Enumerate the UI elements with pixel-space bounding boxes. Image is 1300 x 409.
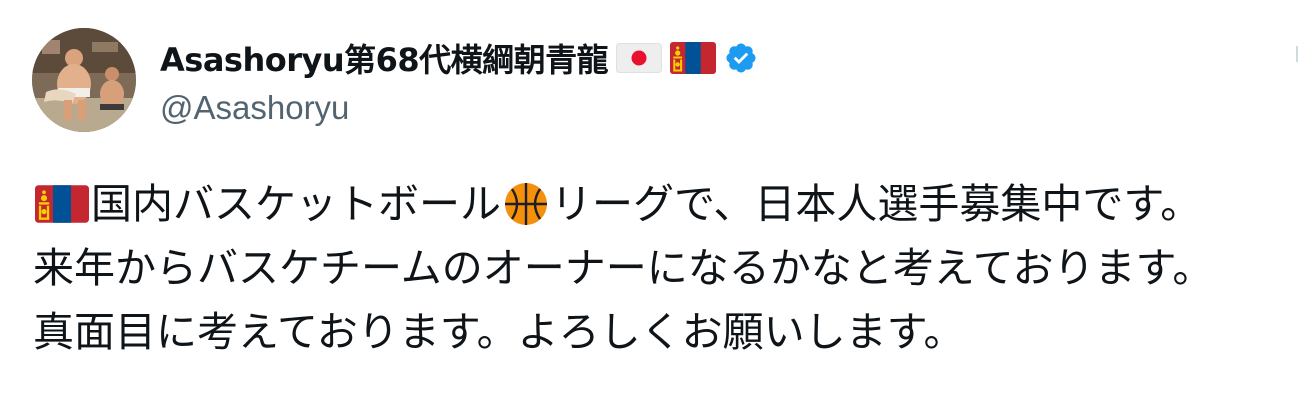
avatar[interactable] [32,28,136,132]
mongolia-flag-icon [670,42,717,74]
author-handle[interactable]: @Asashoryu [160,89,758,127]
tweet-line-1-text-b: リーグで、日本人選手募集中です。 [551,180,1202,228]
display-name-row[interactable]: Asashoryu第68代横綱朝青龍 [160,33,758,83]
tweet-header: Asashoryu第68代横綱朝青龍 @Asashoryu [32,28,758,132]
scroll-indicator [1296,46,1298,62]
tweet-line-1: 国内バスケットボール リーグで、日本人選手募集中です。 [33,172,1293,236]
japan-flag-icon [616,43,663,73]
verified-badge-icon[interactable] [724,41,758,75]
tweet-card: Asashoryu第68代横綱朝青龍 @Asashoryu 国内バスケットボール… [0,0,1300,409]
tweet-line-1-text-a: 国内バスケットボール [91,180,501,228]
mongolia-flag-icon [35,185,89,223]
basketball-icon [503,181,549,227]
tweet-text: 国内バスケットボール リーグで、日本人選手募集中です。 来年からバスケチームのオ… [33,172,1293,364]
display-name[interactable]: Asashoryu第68代横綱朝青龍 [160,35,609,81]
tweet-line-2: 来年からバスケチームのオーナーになるかなと考えております。 [33,244,1214,292]
tweet-line-3: 真面目に考えております。よろしくお願いします。 [33,308,965,356]
author-names: Asashoryu第68代横綱朝青龍 @Asashoryu [160,28,758,132]
